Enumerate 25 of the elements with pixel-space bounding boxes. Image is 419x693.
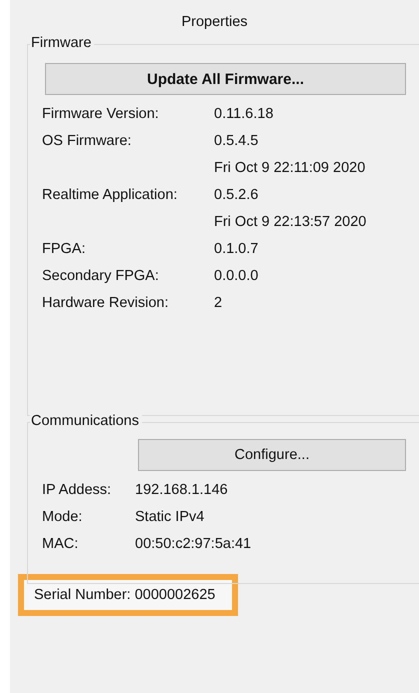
field-label: Firmware Version: [42,105,160,124]
field-label: Hardware Revision: [42,294,170,313]
field-label: Mode: [42,508,84,527]
field-value: Static IPv4 [135,508,206,527]
field-value: 2 [214,294,224,313]
update-firmware-button[interactable]: Update All Firmware... [45,63,406,95]
field-label: Realtime Application: [42,186,178,205]
field-value: 0.5.4.5 [214,132,260,151]
field-label: FPGA: [42,240,87,259]
field-label: OS Firmware: [42,132,132,151]
field-label: MAC: [42,535,80,554]
field-label: IP Addess: [42,481,112,500]
configure-button[interactable]: Configure... [138,439,406,471]
field-value: 0.1.0.7 [214,240,260,259]
field-value: 0.0.0.0 [214,267,260,286]
field-value: Fri Oct 9 22:13:57 2020 [214,213,368,232]
field-value: 192.168.1.146 [135,481,229,500]
field-value: 0.5.2.6 [214,186,260,205]
field-value: 0.11.6.18 [214,105,274,124]
field-value: Fri Oct 9 22:11:09 2020 [214,159,366,178]
panel-title: Properties [180,14,249,30]
field-label: Secondary FPGA: [42,267,160,286]
field-value: 00:50:c2:97:5a:41 [135,535,252,554]
field-label: Serial Number: [34,587,131,603]
field-value: 0000002625 [134,587,216,603]
